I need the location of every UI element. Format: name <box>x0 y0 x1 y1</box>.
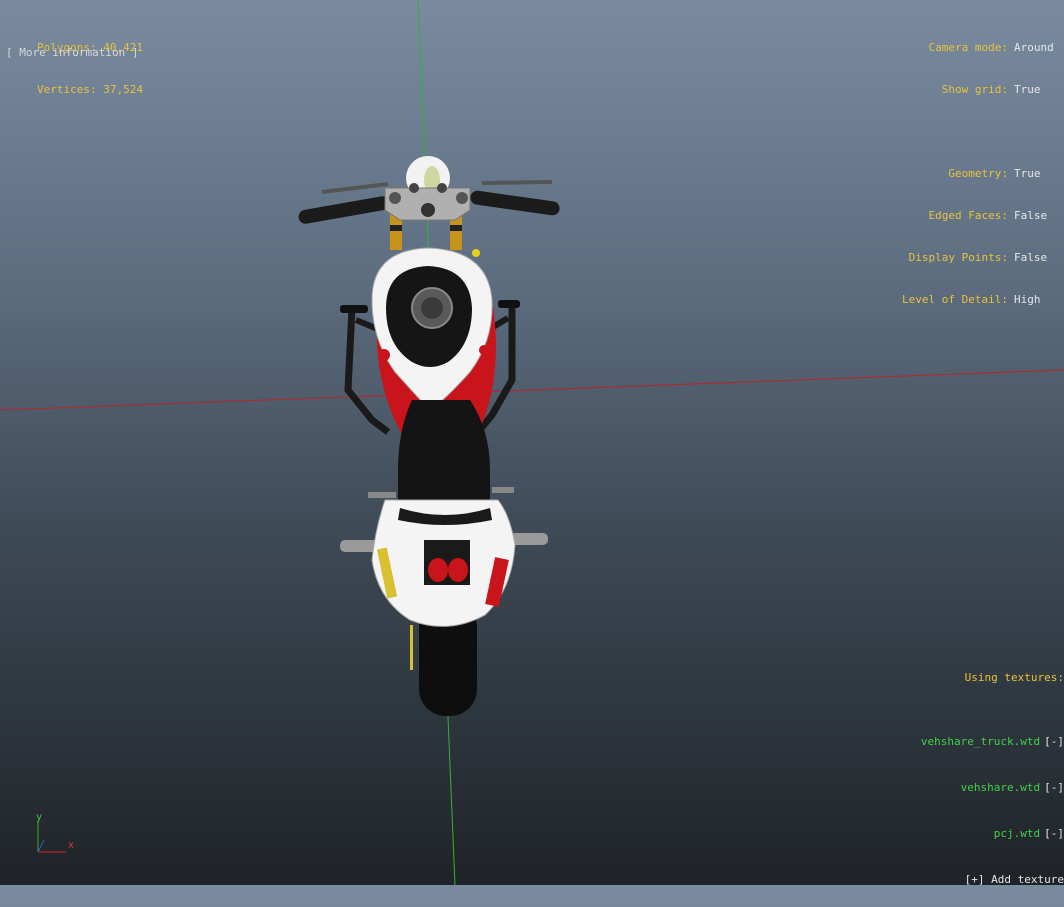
remove-texture-button[interactable]: [-] <box>1044 781 1064 794</box>
level-of-detail-label: Level of Detail: <box>902 293 1008 306</box>
texture-list: Using textures: vehshare_truck.wtd [-] ve… <box>894 641 1064 886</box>
texture-name: vehshare_truck.wtd <box>920 735 1041 748</box>
edged-faces-row[interactable]: Edged Faces: False <box>868 209 1056 223</box>
geometry-label: Geometry: <box>948 167 1008 180</box>
camera-mode-row[interactable]: Camera mode: Around <box>868 41 1056 55</box>
level-of-detail-value: High <box>1014 293 1041 306</box>
vertices-value: 37,524 <box>103 83 143 96</box>
display-points-row[interactable]: Display Points: False <box>868 251 1056 265</box>
texture-item: pcj.wtd [-] <box>894 807 1064 840</box>
gizmo-x-label: x <box>68 840 74 851</box>
model-stats: Polygons: 40,421 Vertices: 37,524 <box>6 13 143 111</box>
more-information-link[interactable]: [ More information ] <box>6 46 138 60</box>
texture-item: vehshare_truck.wtd [-] <box>894 715 1064 748</box>
geometry-row[interactable]: Geometry: True <box>868 167 1056 181</box>
add-texture-button[interactable]: [+] Add texture <box>965 873 1064 886</box>
axis-gizmo: y x <box>36 812 74 853</box>
display-points-label: Display Points: <box>908 251 1008 264</box>
remove-texture-button[interactable]: [-] <box>1044 827 1064 840</box>
camera-mode-label: Camera mode: <box>928 41 1008 54</box>
motorcycle-model <box>298 156 560 716</box>
remove-texture-button[interactable]: [-] <box>1044 735 1064 748</box>
x-axis-grid-line <box>0 369 1064 411</box>
show-grid-label: Show grid: <box>941 83 1008 96</box>
vertices-label: Vertices: <box>37 83 97 96</box>
texture-name: vehshare.wtd <box>960 781 1041 794</box>
vertices-row: Vertices: 37,524 <box>6 83 143 97</box>
textures-heading: Using textures: <box>964 671 1064 684</box>
settings-spacer <box>868 125 1056 139</box>
view-settings: Camera mode: Around Show grid: True Geomet… <box>868 13 1056 321</box>
show-grid-value: True <box>1014 83 1041 96</box>
texture-name: pcj.wtd <box>993 827 1041 840</box>
edged-faces-value: False <box>1014 209 1048 222</box>
texture-item: vehshare.wtd [-] <box>894 761 1064 794</box>
gizmo-y-label: y <box>36 812 42 823</box>
camera-mode-value: Around <box>1014 41 1054 54</box>
add-texture-row: [+] Add texture <box>894 853 1064 886</box>
display-points-value: False <box>1014 251 1048 264</box>
level-of-detail-row[interactable]: Level of Detail: High <box>868 293 1056 307</box>
geometry-value: True <box>1014 167 1041 180</box>
edged-faces-label: Edged Faces: <box>928 209 1008 222</box>
show-grid-row[interactable]: Show grid: True <box>868 83 1056 97</box>
